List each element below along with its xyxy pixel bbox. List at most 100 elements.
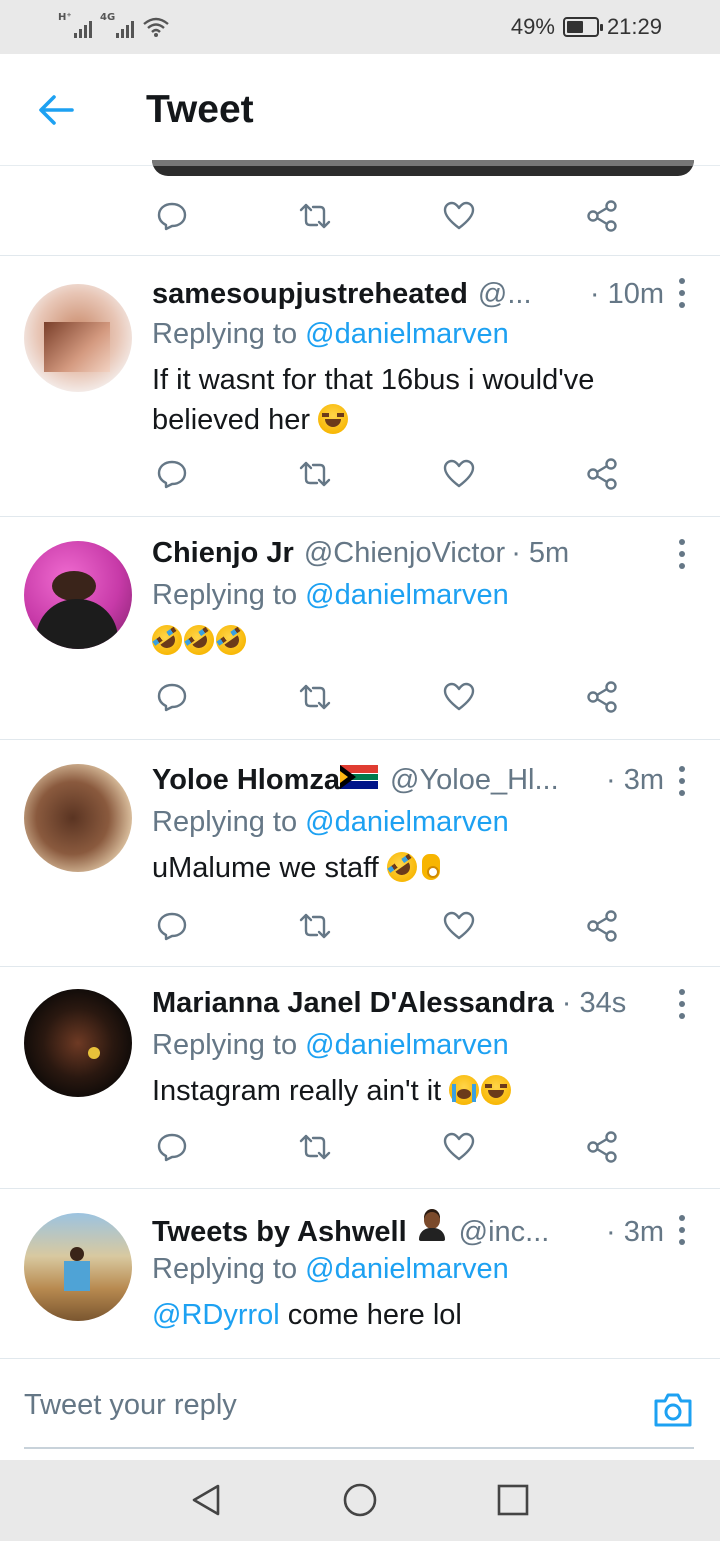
author-handle[interactable]: @...	[478, 278, 532, 311]
avatar-body	[64, 1261, 90, 1291]
action-row	[152, 677, 622, 717]
author-name[interactable]: Tweets by Ashwell	[152, 1216, 407, 1249]
tweet-item[interactable]: Chienjo Jr @ChienjoVictor · 5m Replying …	[0, 517, 720, 739]
timestamp: · 10m	[589, 278, 664, 310]
avatar[interactable]	[24, 764, 132, 872]
recents-square-icon[interactable]	[495, 1482, 531, 1518]
like-icon[interactable]	[439, 196, 479, 236]
replying-to-prefix: Replying to	[152, 579, 306, 611]
action-row	[152, 906, 622, 946]
tweet-text: uMalume we staff	[152, 846, 670, 888]
rofl-emoji	[380, 846, 423, 888]
tweet-header: Chienjo Jr @ChienjoVictor · 5m	[152, 537, 664, 570]
reply-icon[interactable]	[152, 1127, 192, 1167]
avatar[interactable]	[24, 989, 132, 1097]
previous-tweet-media[interactable]	[152, 160, 694, 176]
more-options-icon[interactable]	[678, 278, 686, 308]
signal-type-label-2: 4G	[100, 12, 116, 23]
replying-to-prefix: Replying to	[152, 318, 306, 350]
replying-to-prefix: Replying to	[152, 1029, 306, 1061]
tweet-header: Tweets by Ashwell @inc... · 3m	[152, 1211, 664, 1249]
back-triangle-icon[interactable]	[188, 1482, 224, 1518]
retweet-icon[interactable]	[295, 906, 335, 946]
loudly-crying-emoji	[449, 1075, 480, 1105]
reply-input[interactable]: Tweet your reply	[24, 1389, 237, 1422]
tweet-text-content: uMalume we staff	[152, 852, 379, 884]
share-icon[interactable]	[582, 196, 622, 236]
tweet-mention[interactable]: @RDyrrol	[152, 1299, 280, 1331]
author-handle[interactable]: @Yoloe_Hl...	[390, 764, 559, 797]
replying-to-mention[interactable]: @danielmarven	[305, 806, 509, 838]
replying-to: Replying to @danielmarven	[152, 1253, 509, 1286]
share-icon[interactable]	[582, 1127, 622, 1167]
replying-to-prefix: Replying to	[152, 1253, 306, 1285]
author-handle[interactable]: @ChienjoVictor	[304, 537, 505, 570]
like-icon[interactable]	[439, 1127, 479, 1167]
tweet-item[interactable]: Marianna Janel D'Alessandra · 34s Replyi…	[0, 967, 720, 1189]
tweet-text: @RDyrrol come here lol	[152, 1295, 670, 1335]
author-name[interactable]: Yoloe Hlomza	[152, 764, 340, 797]
tweet-header: Yoloe Hlomza @Yoloe_Hl... · 3m	[152, 764, 664, 797]
more-options-icon[interactable]	[678, 766, 686, 796]
tweet-item[interactable]: samesoupjustreheated @... · 10m Replying…	[0, 256, 720, 516]
more-options-icon[interactable]	[678, 989, 686, 1019]
south-africa-flag-emoji	[340, 765, 378, 789]
replying-to: Replying to @danielmarven	[152, 1029, 509, 1062]
reply-icon[interactable]	[152, 677, 192, 717]
camera-icon[interactable]	[652, 1389, 694, 1431]
like-icon[interactable]	[439, 454, 479, 494]
battery-icon	[562, 17, 603, 37]
retweet-icon[interactable]	[295, 677, 335, 717]
action-row	[152, 454, 622, 494]
wifi-icon	[143, 17, 169, 37]
tweet-text-content: come here lol	[279, 1299, 462, 1331]
author-name[interactable]: Chienjo Jr	[152, 537, 294, 570]
tweet-text-content: If it wasnt for that 16bus i would've be…	[152, 364, 595, 436]
reply-icon[interactable]	[152, 196, 192, 236]
retweet-icon[interactable]	[295, 196, 335, 236]
avatar[interactable]	[24, 541, 132, 649]
reply-icon[interactable]	[152, 906, 192, 946]
replying-to-mention[interactable]: @danielmarven	[305, 318, 509, 350]
signal-strength-icon: H⁺	[58, 12, 92, 38]
author-name[interactable]: Marianna Janel D'Alessandra	[152, 987, 554, 1020]
timestamp: · 3m	[606, 764, 664, 796]
tweet-text	[146, 619, 670, 661]
avatar-earring	[88, 1047, 100, 1059]
like-icon[interactable]	[439, 677, 479, 717]
avatar[interactable]	[24, 284, 132, 392]
rofl-emoji	[210, 619, 252, 661]
timestamp: · 34s	[561, 987, 627, 1019]
more-options-icon[interactable]	[678, 1215, 686, 1245]
like-icon[interactable]	[439, 906, 479, 946]
replying-to-mention[interactable]: @danielmarven	[305, 1253, 509, 1285]
author-handle[interactable]: @inc...	[459, 1216, 550, 1249]
tweet-item[interactable]: Yoloe Hlomza @Yoloe_Hl... · 3m Replying …	[0, 740, 720, 966]
tweet-item[interactable]: Tweets by Ashwell @inc... · 3m Replying …	[0, 1189, 720, 1357]
retweet-icon[interactable]	[295, 1127, 335, 1167]
share-icon[interactable]	[582, 906, 622, 946]
avatar-head	[70, 1247, 84, 1261]
tweet-text: If it wasnt for that 16bus i would've be…	[152, 360, 670, 440]
system-nav-bar	[0, 1460, 720, 1541]
home-circle-icon[interactable]	[342, 1482, 378, 1518]
replying-to-mention[interactable]: @danielmarven	[305, 579, 509, 611]
reply-icon[interactable]	[152, 454, 192, 494]
reply-composer: Tweet your reply	[0, 1358, 720, 1460]
arrow-left-icon[interactable]	[36, 90, 76, 130]
retweet-icon[interactable]	[295, 454, 335, 494]
action-row	[152, 1127, 622, 1167]
status-bar: H⁺ 4G 49% 21:29	[0, 0, 720, 54]
avatar[interactable]	[24, 1213, 132, 1321]
more-options-icon[interactable]	[678, 539, 686, 569]
tweet-header: Marianna Janel D'Alessandra · 34s	[152, 987, 664, 1020]
replying-to: Replying to @danielmarven	[152, 579, 509, 612]
app-header: Tweet	[0, 54, 720, 166]
timestamp: · 3m	[606, 1216, 664, 1248]
author-name[interactable]: samesoupjustreheated	[152, 278, 468, 311]
rofl-emoji	[146, 619, 188, 661]
share-icon[interactable]	[582, 454, 622, 494]
share-icon[interactable]	[582, 677, 622, 717]
tears-of-joy-emoji	[318, 404, 349, 434]
replying-to-mention[interactable]: @danielmarven	[305, 1029, 509, 1061]
